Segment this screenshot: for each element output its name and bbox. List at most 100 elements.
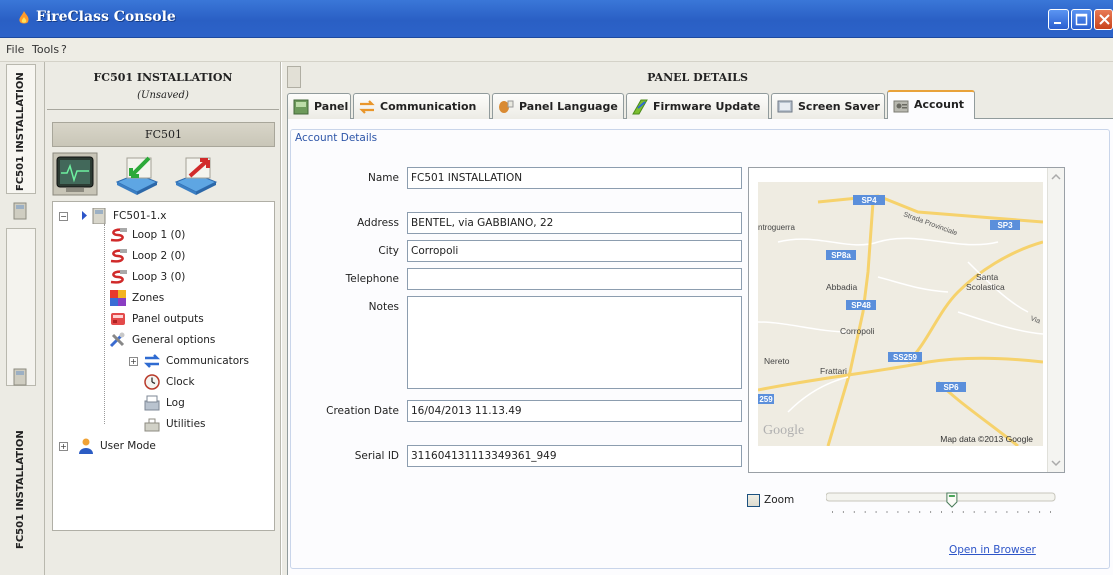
minimize-icon xyxy=(1054,22,1061,24)
city-field[interactable]: Corropoli xyxy=(407,240,742,262)
tree-item-panel-outputs[interactable]: Panel outputs xyxy=(109,310,204,328)
scroll-down-icon[interactable] xyxy=(1051,458,1061,468)
tree-item-clock[interactable]: Clock xyxy=(143,373,195,391)
map-label-sp8a: SP8a xyxy=(831,251,851,260)
account-details-legend: Account Details xyxy=(293,132,380,144)
slider-tick xyxy=(875,511,877,513)
tree-item-utilities[interactable]: Utilities xyxy=(143,415,206,433)
zoom-slider[interactable] xyxy=(826,491,1056,521)
account-details-group: Account Details Name FC501 INSTALLATION … xyxy=(290,129,1110,569)
side-tab-installation-1[interactable]: FC501 INSTALLATION xyxy=(6,64,36,194)
slider-ticks xyxy=(832,511,1051,513)
side-tab-label: FC501 INSTALLATION xyxy=(15,72,26,191)
installation-status: (Unsaved) xyxy=(137,90,189,101)
slider-thumb[interactable] xyxy=(946,492,958,508)
name-field[interactable]: FC501 INSTALLATION xyxy=(407,167,742,189)
tree-item-user-mode[interactable]: User Mode xyxy=(77,437,156,455)
google-logo: Google xyxy=(763,423,804,438)
tab-label: Panel Language xyxy=(519,100,618,113)
slider-tick xyxy=(853,511,855,513)
telephone-field[interactable] xyxy=(407,268,742,290)
slider-tick xyxy=(962,511,964,513)
panel-icon xyxy=(92,208,106,224)
address-label: Address xyxy=(357,217,399,229)
log-icon xyxy=(144,395,160,411)
scroll-up-icon[interactable] xyxy=(1051,172,1061,182)
user-icon xyxy=(79,438,93,454)
tab-panel-language[interactable]: Panel Language xyxy=(492,93,624,119)
panel-icon[interactable] xyxy=(12,202,28,220)
utilities-icon xyxy=(144,418,160,432)
tree-item-label: Panel outputs xyxy=(132,313,204,325)
location-map[interactable]: SP4 SP3 Strada Provinciale ntroguerra SP… xyxy=(758,182,1043,446)
tab-panel[interactable]: Panel xyxy=(287,93,351,119)
clock-icon xyxy=(144,374,160,390)
panel-icon[interactable] xyxy=(12,368,28,386)
tree-expand-toggle[interactable]: + xyxy=(59,442,68,451)
slider-tick xyxy=(1006,511,1008,513)
map-label-frattari: Frattari xyxy=(820,366,847,376)
map-label-abbadia: Abbadia xyxy=(826,282,857,292)
tree-expand-toggle[interactable]: + xyxy=(129,357,138,366)
map-label-sp3: SP3 xyxy=(997,221,1013,230)
monitor-button[interactable] xyxy=(52,152,98,196)
tree-item-communicators[interactable]: Communicators xyxy=(143,352,249,370)
tab-communication[interactable]: Communication xyxy=(353,93,490,119)
address-field[interactable]: BENTEL, via GABBIANO, 22 xyxy=(407,212,742,234)
tree-item-label: Zones xyxy=(132,292,165,304)
map-label-sp6: SP6 xyxy=(943,383,959,392)
tree-item-log[interactable]: Log xyxy=(143,394,185,412)
tab-label: Panel xyxy=(314,100,349,113)
map-scrollbar[interactable] xyxy=(1047,168,1064,472)
map-label-corropoli: Corropoli xyxy=(840,326,875,336)
title-bar: FireClass Console xyxy=(0,0,1113,38)
slider-tick xyxy=(995,511,997,513)
tree-item-label: Communicators xyxy=(166,355,249,367)
tree-collapse-toggle[interactable]: − xyxy=(59,212,68,221)
map-label-scolastica: Scolastica xyxy=(966,282,1005,292)
maximize-button[interactable] xyxy=(1071,9,1092,30)
tab-label: Communication xyxy=(380,100,477,113)
tree-item-label: Log xyxy=(166,397,185,409)
tree-item-zones[interactable]: Zones xyxy=(109,289,164,307)
slider-tick xyxy=(1017,511,1019,513)
tree-item-loop-1[interactable]: Loop 1 (0) xyxy=(109,226,185,244)
tree-guide-line xyxy=(104,224,105,424)
tab-label: Screen Saver xyxy=(798,100,880,113)
tree-item-loop-3[interactable]: Loop 3 (0) xyxy=(109,268,185,286)
menu-help[interactable]: ? xyxy=(61,43,67,56)
map-label-sp48: SP48 xyxy=(851,301,871,310)
loop-icon xyxy=(110,228,127,242)
download-button[interactable] xyxy=(113,152,159,196)
tree-root[interactable]: FC501-1.x xyxy=(90,207,166,225)
upload-button[interactable] xyxy=(172,152,218,196)
zoom-checkbox[interactable] xyxy=(747,494,760,507)
slider-tick xyxy=(941,511,942,513)
creation-date-field[interactable]: 16/04/2013 11.13.49 xyxy=(407,400,742,422)
panel-details-title: PANEL DETAILS xyxy=(647,71,748,84)
name-label: Name xyxy=(368,172,399,184)
serial-id-field[interactable]: 311604131113349361_949 xyxy=(407,445,742,467)
slider-tick xyxy=(864,511,866,513)
tree-item-loop-2[interactable]: Loop 2 (0) xyxy=(109,247,185,265)
tab-screen-saver[interactable]: Screen Saver xyxy=(771,93,885,119)
tree-item-label: User Mode xyxy=(100,440,156,452)
minimize-button[interactable] xyxy=(1048,9,1069,30)
side-tab-installation-2[interactable]: FC501 INSTALLATION xyxy=(6,228,36,549)
open-in-browser-link[interactable]: Open in Browser xyxy=(949,544,1036,556)
slider-tick xyxy=(886,511,888,513)
tree-item-general-options[interactable]: General options xyxy=(109,331,215,349)
tab-account[interactable]: Account xyxy=(887,90,975,120)
screen-saver-tab-icon xyxy=(777,100,793,113)
location-map-panel: SP4 SP3 Strada Provinciale ntroguerra SP… xyxy=(748,167,1065,473)
loop-icon xyxy=(110,249,127,263)
menu-file[interactable]: File xyxy=(6,43,24,56)
notes-field[interactable] xyxy=(407,296,742,389)
tree-item-label: Loop 2 (0) xyxy=(132,250,186,262)
close-icon xyxy=(1099,14,1110,25)
close-button[interactable] xyxy=(1094,9,1113,30)
map-copyright: Map data ©2013 Google xyxy=(940,434,1033,444)
installation-tree: − FC501-1.x Loop 1 (0) Loop 2 (0) Loop 3… xyxy=(52,201,275,531)
menu-tools[interactable]: Tools xyxy=(32,43,59,56)
tab-firmware-update[interactable]: Firmware Update xyxy=(626,93,769,119)
